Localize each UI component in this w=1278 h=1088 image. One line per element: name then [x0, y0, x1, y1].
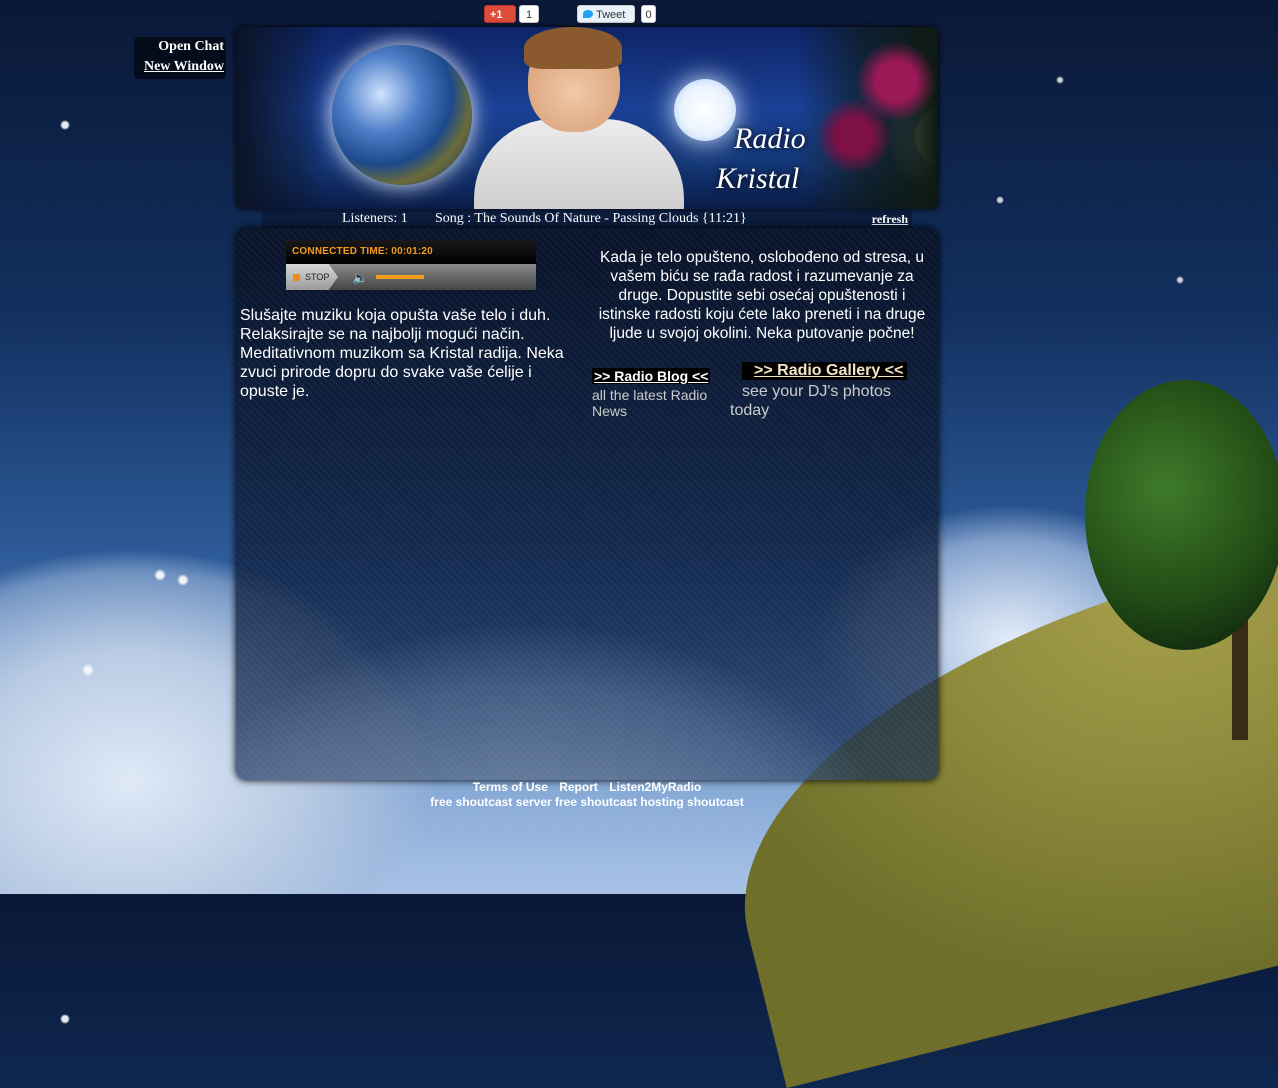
listeners-count: Listeners: 1	[342, 211, 408, 226]
now-playing-bar: Listeners: 1 Song : The Sounds Of Nature…	[262, 209, 912, 229]
palm-tree-image	[236, 27, 326, 209]
radio-gallery-link[interactable]: >> Radio Gallery <<	[742, 362, 908, 380]
site-title-line2: Kristal	[716, 162, 800, 195]
tweet-count: 0	[641, 5, 656, 23]
radio-gallery-description: see your DJ's photos	[742, 383, 891, 400]
google-plus-label: +1	[490, 9, 503, 21]
player-controls: STOP 🔈	[286, 264, 536, 290]
radio-blog-link[interactable]: >> Radio Blog <<	[592, 368, 711, 384]
site-title-line1: Radio	[734, 122, 806, 155]
footer-hosting-links[interactable]: free shoutcast server free shoutcast hos…	[0, 795, 1174, 810]
current-song: Song : The Sounds Of Nature - Passing Cl…	[435, 211, 747, 226]
volume-slider[interactable]	[376, 275, 424, 279]
boy-image	[474, 119, 684, 209]
google-plus-button[interactable]: +1	[484, 5, 516, 23]
open-chat-link[interactable]: Open Chat	[134, 37, 226, 57]
terms-link[interactable]: Terms of Use	[473, 780, 548, 794]
audio-player: CONNECTED TIME: 00:01:20 STOP 🔈	[286, 240, 536, 290]
chat-links: Open Chat New Window	[134, 37, 226, 79]
description-text: Kada je telo opušteno, oslobođeno od str…	[598, 249, 926, 342]
stop-icon	[293, 274, 300, 282]
radio-blog-block: >> Radio Blog << all the latest Radio Ne…	[592, 368, 732, 419]
tree-crown	[1085, 380, 1278, 650]
new-window-link[interactable]: New Window	[134, 57, 226, 77]
footer: Terms of Use Report Listen2MyRadio free …	[0, 780, 1174, 810]
refresh-link[interactable]: refresh	[872, 209, 908, 229]
report-link[interactable]: Report	[559, 780, 598, 794]
listen2myradio-link[interactable]: Listen2MyRadio	[609, 780, 701, 794]
stop-label: STOP	[305, 272, 330, 282]
earth-globe-image	[332, 45, 472, 185]
radio-blog-description: all the latest Radio News	[592, 387, 708, 419]
main-panel: CONNECTED TIME: 00:01:20 STOP 🔈 Slušajte…	[236, 228, 938, 780]
site-title: Radio Kristal	[716, 119, 806, 199]
stop-button[interactable]: STOP	[286, 264, 338, 290]
speaker-icon[interactable]: 🔈	[352, 270, 368, 286]
tweet-button[interactable]: Tweet	[577, 5, 635, 23]
boy-hair-image	[524, 27, 622, 69]
footer-links: Terms of Use Report Listen2MyRadio	[0, 780, 1174, 795]
tweet-label: Tweet	[596, 9, 626, 21]
connected-time: CONNECTED TIME: 00:01:20	[286, 240, 536, 264]
radio-gallery-description-2: today	[730, 402, 770, 419]
google-plus-count: 1	[519, 5, 539, 23]
twitter-bird-icon	[583, 10, 593, 18]
header-banner: Radio Kristal	[236, 27, 938, 209]
flowers-image	[798, 27, 938, 209]
radio-gallery-block: >> Radio Gallery << see your DJ's photos…	[730, 362, 922, 420]
intro-text: Slušajte muziku koja opušta vaše telo i …	[240, 307, 564, 400]
